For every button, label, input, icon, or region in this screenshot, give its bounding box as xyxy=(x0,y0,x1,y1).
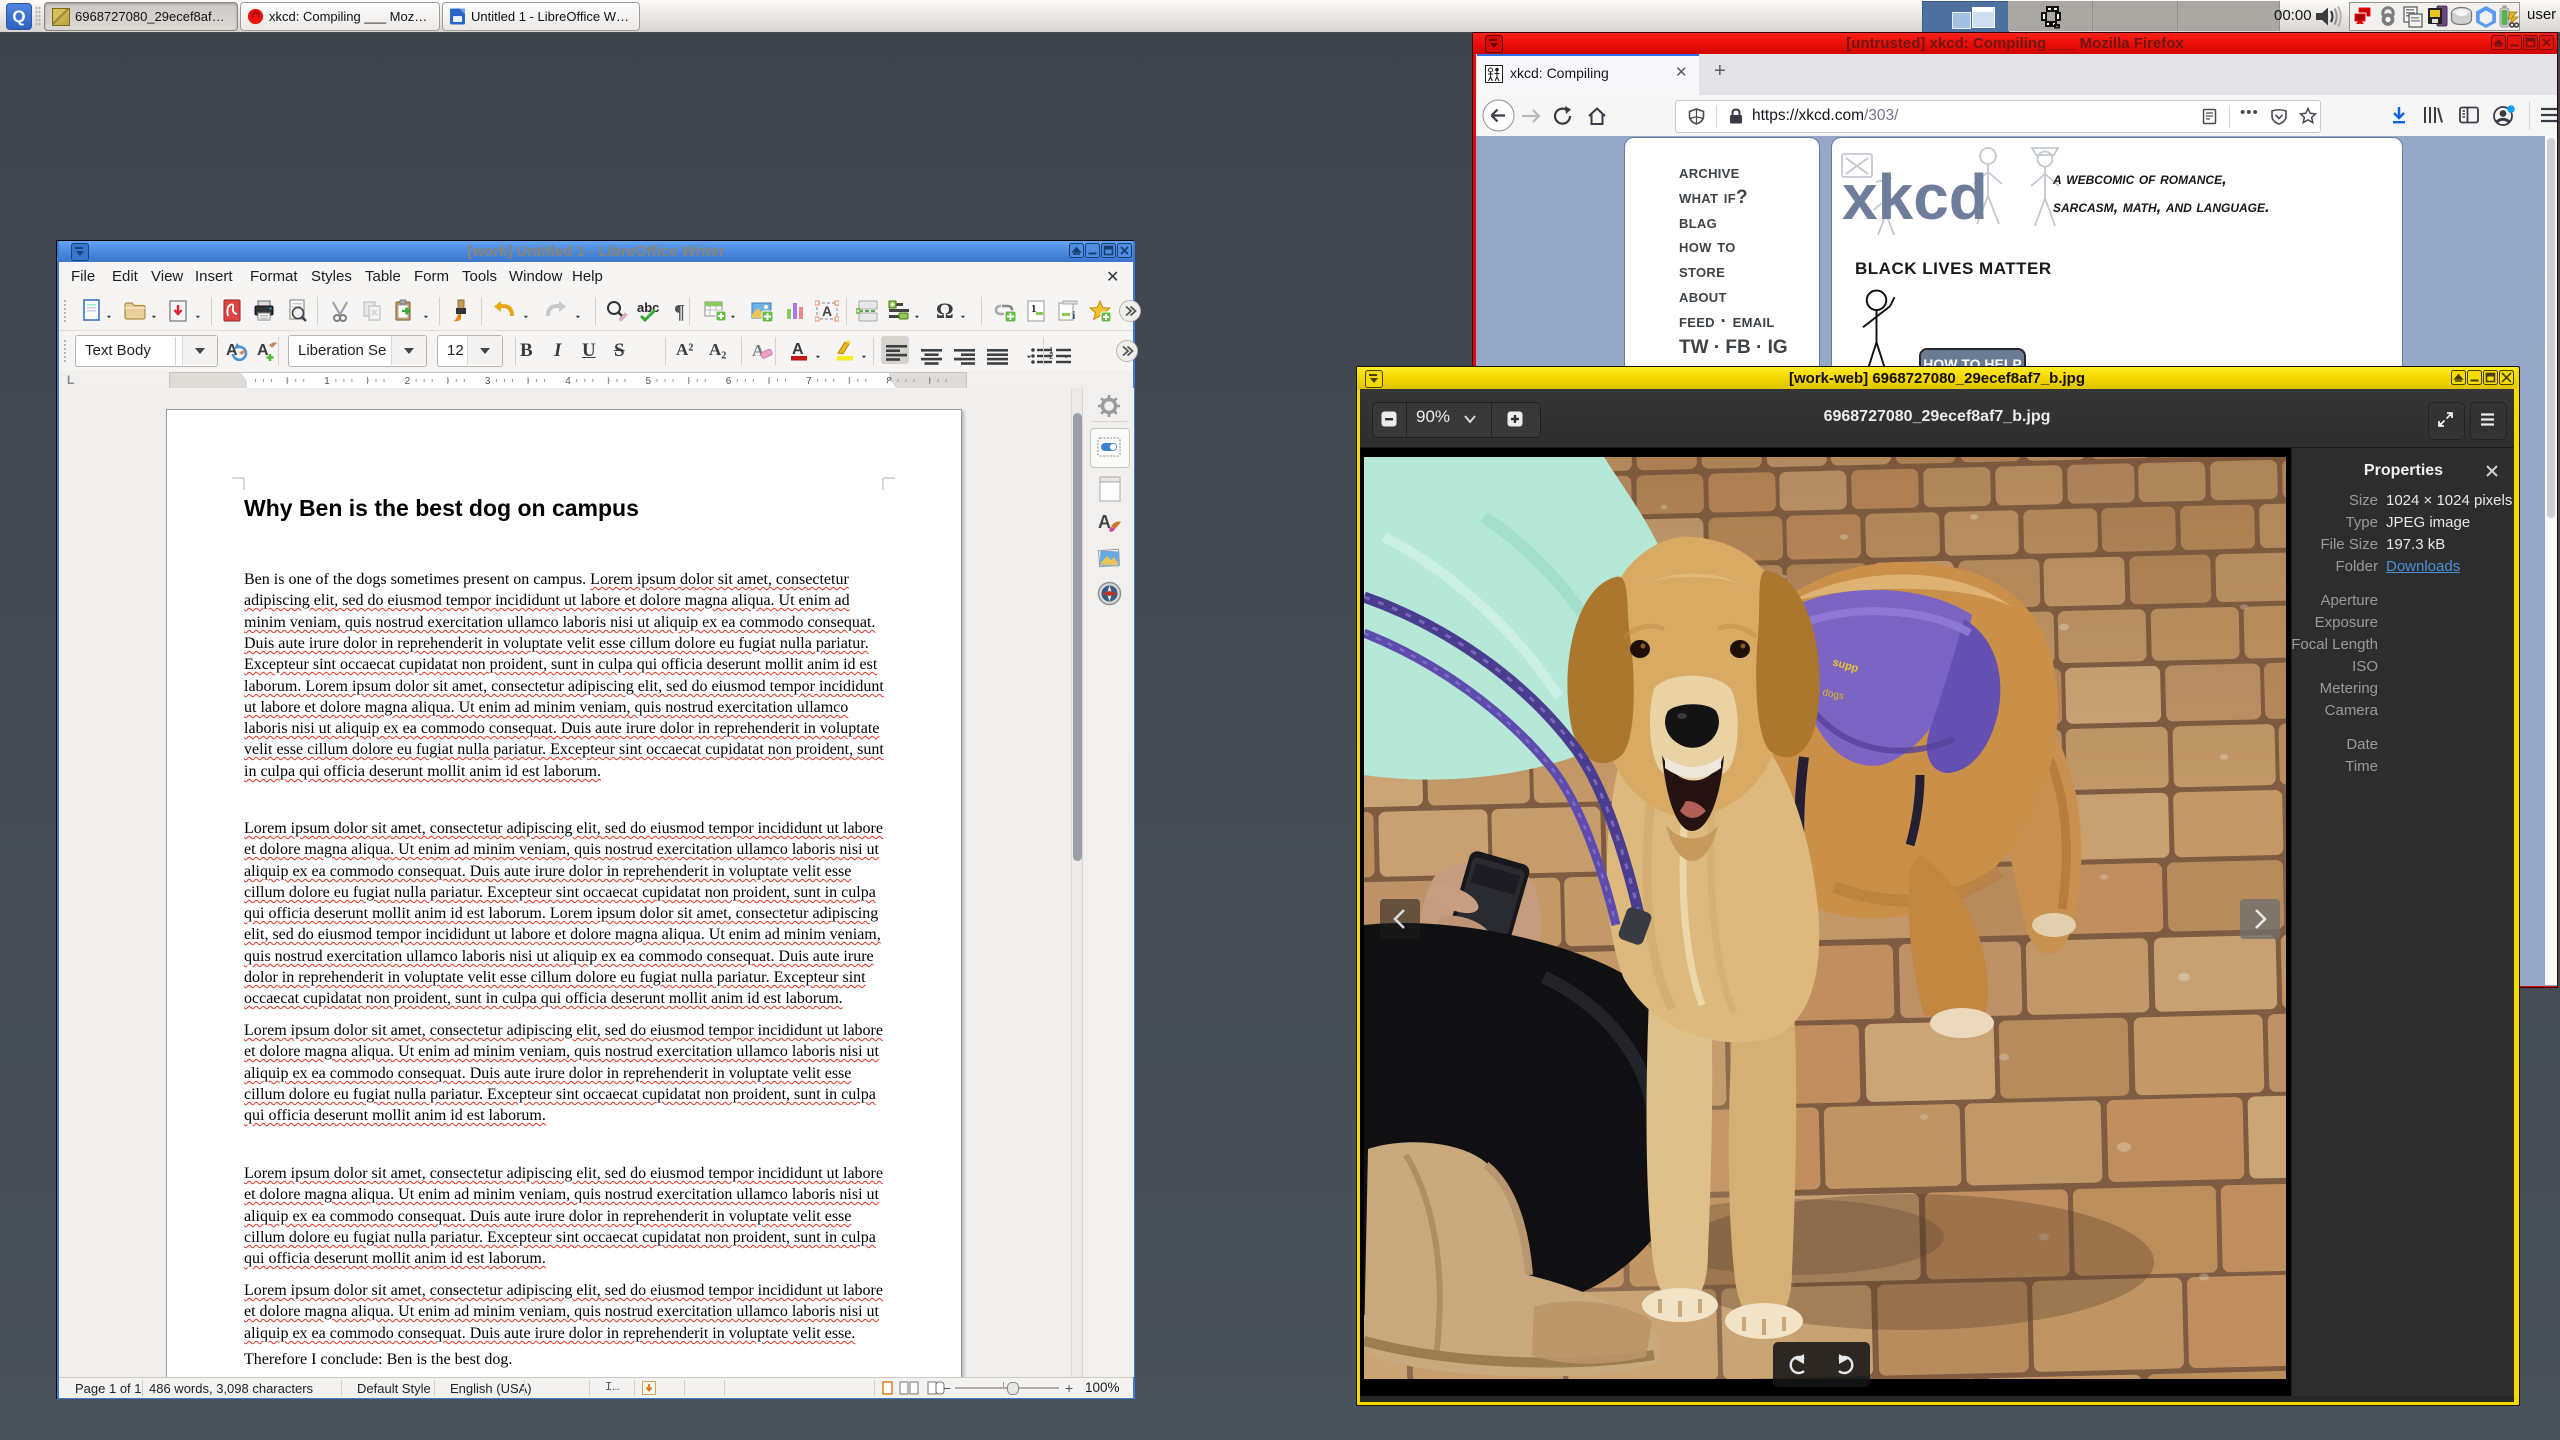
svg-text:Ω: Ω xyxy=(936,299,954,323)
svg-text:i: i xyxy=(1072,308,1076,322)
svg-text:1: 1 xyxy=(324,376,330,387)
svg-text:2: 2 xyxy=(1049,352,1054,361)
svg-text:A: A xyxy=(1098,512,1111,532)
svg-text:3: 3 xyxy=(485,376,491,387)
svg-text:¶: ¶ xyxy=(674,301,685,323)
svg-text:A: A xyxy=(792,341,804,358)
svg-text:4: 4 xyxy=(565,376,571,387)
svg-text:1: 1 xyxy=(1031,303,1037,315)
svg-text:5: 5 xyxy=(646,376,652,387)
svg-text:A: A xyxy=(226,342,238,359)
svg-text:6: 6 xyxy=(726,376,732,387)
svg-text:A: A xyxy=(822,303,832,319)
svg-text:7: 7 xyxy=(806,376,812,387)
svg-text:2: 2 xyxy=(405,376,411,387)
svg-text:abc: abc xyxy=(637,300,659,315)
